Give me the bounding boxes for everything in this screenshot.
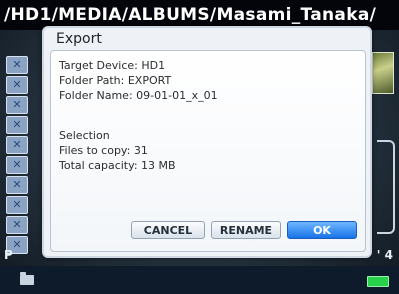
background-preview-thumbnail	[372, 52, 394, 94]
device-screen: /HD1/MEDIA/ALBUMS/Masami_Tanaka/ ✕ ✕ ✕ ✕…	[0, 0, 399, 294]
ok-button[interactable]: OK	[287, 221, 357, 239]
file-thumbnail: ✕	[6, 196, 28, 214]
folder-name-text: Folder Name: 09-01-01_x_01	[59, 89, 218, 102]
total-capacity-text: Total capacity: 13 MB	[59, 159, 176, 172]
file-thumbnail: ✕	[6, 116, 28, 134]
file-thumbnail: ✕	[6, 76, 28, 94]
file-thumbnail: ✕	[6, 96, 28, 114]
file-thumbnail: ✕	[6, 216, 28, 234]
background-count-label: ' 4	[376, 248, 393, 262]
dialog-title: Export	[56, 31, 102, 47]
file-thumbnail: ✕	[6, 56, 28, 74]
folder-icon	[20, 272, 34, 285]
battery-icon	[367, 276, 389, 287]
file-thumbnail: ✕	[6, 176, 28, 194]
cancel-button[interactable]: CANCEL	[131, 221, 205, 239]
files-to-copy-text: Files to copy: 31	[59, 144, 148, 157]
dialog-body: Target Device: HD1 Folder Path: EXPORT F…	[50, 50, 366, 252]
background-file-list: ✕ ✕ ✕ ✕ ✕ ✕ ✕ ✕ ✕ ✕	[6, 56, 34, 256]
selection-heading: Selection	[59, 129, 110, 142]
background-panel-frame	[377, 140, 395, 234]
target-device-text: Target Device: HD1	[59, 59, 166, 72]
rename-button[interactable]: RENAME	[211, 221, 281, 239]
export-dialog: Export Target Device: HD1 Folder Path: E…	[42, 26, 372, 258]
file-thumbnail: ✕	[6, 156, 28, 174]
file-thumbnail: ✕	[6, 136, 28, 154]
bottom-status-bar	[0, 266, 399, 294]
background-p-label: P	[4, 248, 13, 262]
folder-path-text: Folder Path: EXPORT	[59, 74, 172, 87]
